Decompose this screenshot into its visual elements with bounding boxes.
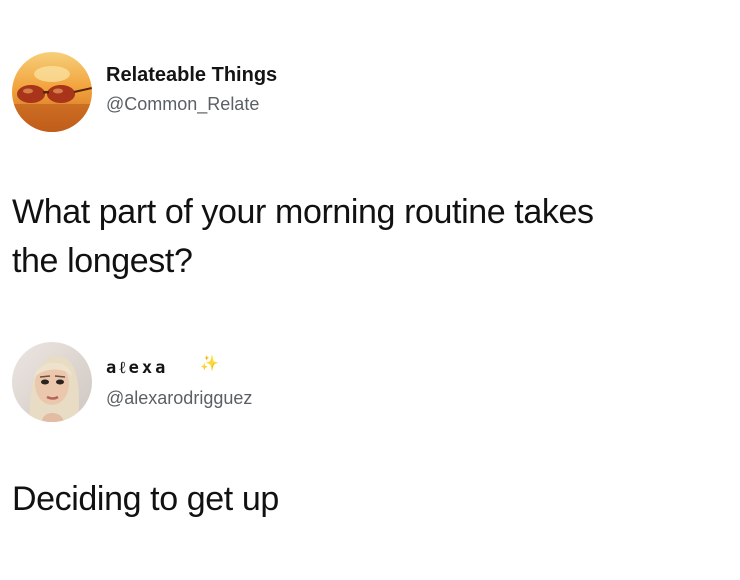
reply-display-name[interactable]: aℓexa	[106, 358, 168, 378]
reply-user-handle[interactable]: @alexarodrigguez	[106, 388, 252, 409]
tweet-text-line-2: the longest?	[12, 242, 193, 280]
reply-avatar[interactable]	[12, 342, 92, 422]
reply-text: Deciding to get up	[12, 480, 279, 518]
reply-tweet: aℓexa ✨ @alexarodrigguez Deciding to get…	[0, 320, 740, 580]
original-tweet: Relateable Things @Common_Relate What pa…	[0, 0, 740, 320]
tweet-text-line-1: What part of your morning routine takes	[12, 193, 594, 231]
user-handle[interactable]: @Common_Relate	[106, 94, 259, 115]
display-name[interactable]: Relateable Things	[106, 64, 277, 87]
profile-photo-icon	[12, 342, 92, 422]
sunglasses-sunset-icon	[12, 52, 92, 132]
sparkle-emoji-icon: ✨	[200, 355, 219, 372]
user-avatar[interactable]	[12, 52, 92, 132]
